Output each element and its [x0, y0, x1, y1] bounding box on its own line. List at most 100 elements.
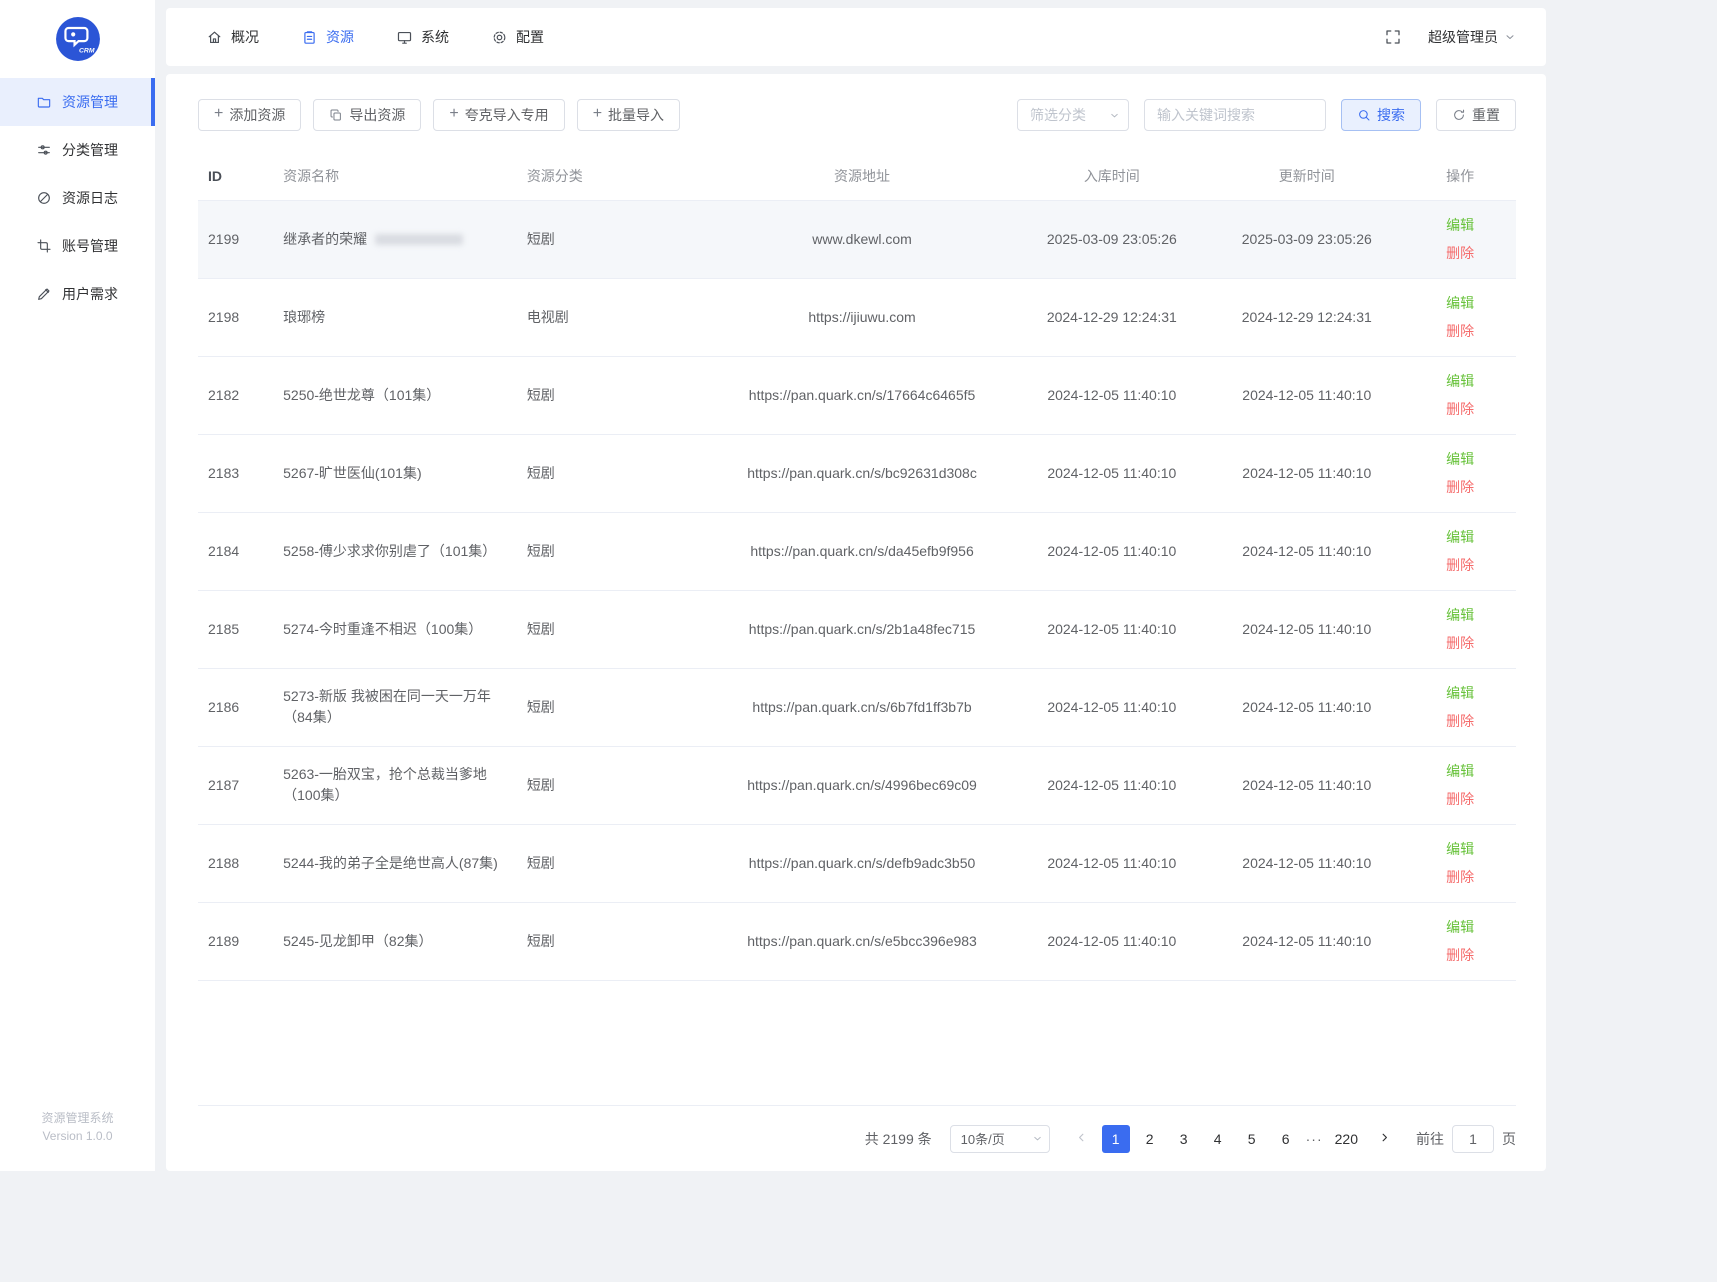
goto-page-input[interactable]	[1452, 1125, 1494, 1153]
delete-link[interactable]: 删除	[1414, 707, 1506, 735]
search-button[interactable]: 搜索	[1341, 99, 1421, 131]
cell-name: 5274-今时重逢不相迟（100集）	[273, 590, 517, 668]
sidebar-item-resource-management[interactable]: 资源管理	[0, 78, 155, 126]
delete-link[interactable]: 删除	[1414, 863, 1506, 891]
cell-id: 2188	[198, 824, 273, 902]
fullscreen-icon[interactable]	[1384, 28, 1402, 46]
quark-import-button[interactable]: + 夸克导入专用	[433, 99, 564, 131]
resource-name: 5263-一胎双宝，抢个总裁当爹地（100集）	[283, 766, 487, 803]
cell-id: 2198	[198, 278, 273, 356]
cell-id: 2184	[198, 512, 273, 590]
resource-name: 琅琊榜	[283, 309, 325, 325]
page-button-2[interactable]: 2	[1136, 1125, 1164, 1153]
edit-link[interactable]: 编辑	[1414, 601, 1506, 629]
page-button-last[interactable]: 220	[1329, 1125, 1364, 1153]
svg-text:CRM: CRM	[79, 48, 95, 55]
export-resource-button[interactable]: 导出资源	[313, 99, 421, 131]
user-menu[interactable]: 超级管理员	[1428, 27, 1516, 47]
sidebar-item-user-demand[interactable]: 用户需求	[0, 270, 155, 318]
sidebar-item-label: 账号管理	[62, 236, 118, 256]
edit-link[interactable]: 编辑	[1414, 289, 1506, 317]
sidebar-item-account-management[interactable]: 账号管理	[0, 222, 155, 270]
column-header-name: 资源名称	[273, 153, 517, 200]
delete-link[interactable]: 删除	[1414, 317, 1506, 345]
edit-link[interactable]: 编辑	[1414, 523, 1506, 551]
edit-link[interactable]: 编辑	[1414, 445, 1506, 473]
cell-id: 2199	[198, 200, 273, 278]
cell-id: 2182	[198, 356, 273, 434]
resource-management-panel: + 添加资源 导出资源 + 夸克导入专用 +	[166, 74, 1546, 1171]
batch-import-button[interactable]: + 批量导入	[577, 99, 680, 131]
add-resource-button[interactable]: + 添加资源	[198, 99, 301, 131]
cell-id: 2186	[198, 668, 273, 746]
reset-button[interactable]: 重置	[1436, 99, 1516, 131]
resource-table: ID 资源名称 资源分类 资源地址 入库时间 更新时间 操作 2199 继承者的…	[198, 153, 1516, 981]
app-root: CRM 资源管理 分类管理 资源日志	[0, 0, 1546, 1171]
column-header-id: ID	[198, 153, 273, 200]
edit-link[interactable]: 编辑	[1414, 757, 1506, 785]
cell-id: 2183	[198, 434, 273, 512]
delete-link[interactable]: 删除	[1414, 941, 1506, 969]
table-row: 2189 5245-见龙卸甲（82集） 短剧 https://pan.quark…	[198, 902, 1516, 980]
resource-name: 5267-旷世医仙(101集)	[283, 465, 422, 481]
cell-created: 2024-12-05 11:40:10	[1014, 590, 1209, 668]
total-count: 共 2199 条	[865, 1129, 932, 1149]
category-filter-select[interactable]: 筛选分类	[1017, 99, 1129, 131]
tab-config[interactable]: 配置	[491, 27, 544, 47]
tab-system[interactable]: 系统	[396, 27, 449, 47]
category-icon	[36, 142, 52, 158]
button-label: 添加资源	[229, 105, 285, 125]
edit-link[interactable]: 编辑	[1414, 367, 1506, 395]
page-button-6[interactable]: 6	[1272, 1125, 1300, 1153]
page-button-4[interactable]: 4	[1204, 1125, 1232, 1153]
cell-updated: 2024-12-05 11:40:10	[1209, 356, 1404, 434]
edit-link[interactable]: 编辑	[1414, 211, 1506, 239]
cell-created: 2025-03-09 23:05:26	[1014, 200, 1209, 278]
sidebar-item-resource-log[interactable]: 资源日志	[0, 174, 155, 222]
cell-category: 短剧	[517, 590, 710, 668]
page-button-3[interactable]: 3	[1170, 1125, 1198, 1153]
delete-link[interactable]: 删除	[1414, 551, 1506, 579]
goto-page: 前往 页	[1416, 1125, 1516, 1153]
cell-url: www.dkewl.com	[710, 200, 1015, 278]
prev-page-button[interactable]	[1068, 1125, 1096, 1153]
cell-name: 5267-旷世医仙(101集)	[273, 434, 517, 512]
delete-link[interactable]: 删除	[1414, 239, 1506, 267]
delete-link[interactable]: 删除	[1414, 629, 1506, 657]
column-header-category: 资源分类	[517, 153, 710, 200]
cell-actions: 编辑 删除	[1404, 278, 1516, 356]
page-button-1[interactable]: 1	[1102, 1125, 1130, 1153]
cell-updated: 2024-12-05 11:40:10	[1209, 434, 1404, 512]
table-row: 2183 5267-旷世医仙(101集) 短剧 https://pan.quar…	[198, 434, 1516, 512]
user-name: 超级管理员	[1428, 27, 1498, 47]
delete-link[interactable]: 删除	[1414, 395, 1506, 423]
page-button-5[interactable]: 5	[1238, 1125, 1266, 1153]
edit-link[interactable]: 编辑	[1414, 913, 1506, 941]
cell-actions: 编辑 删除	[1404, 902, 1516, 980]
delete-link[interactable]: 删除	[1414, 473, 1506, 501]
edit-link[interactable]: 编辑	[1414, 679, 1506, 707]
page-ellipsis[interactable]: ···	[1306, 1131, 1323, 1147]
home-icon	[206, 29, 223, 46]
tab-overview[interactable]: 概况	[206, 27, 259, 47]
next-page-button[interactable]	[1370, 1125, 1398, 1153]
sidebar: CRM 资源管理 分类管理 资源日志	[0, 0, 155, 1171]
cell-name: 琅琊榜	[273, 278, 517, 356]
edit-link[interactable]: 编辑	[1414, 835, 1506, 863]
cell-name: 继承者的荣耀	[273, 200, 517, 278]
table-row: 2186 5273-新版 我被困在同一天一万年（84集） 短剧 https://…	[198, 668, 1516, 746]
delete-link[interactable]: 删除	[1414, 785, 1506, 813]
table-row: 2199 继承者的荣耀 短剧 www.dkewl.com 2025-03-09 …	[198, 200, 1516, 278]
goto-label-suffix: 页	[1502, 1129, 1516, 1149]
cell-url: https://pan.quark.cn/s/defb9adc3b50	[710, 824, 1015, 902]
table-row: 2188 5244-我的弟子全是绝世高人(87集) 短剧 https://pan…	[198, 824, 1516, 902]
tab-resources[interactable]: 资源	[301, 27, 354, 47]
cell-category: 短剧	[517, 668, 710, 746]
refresh-icon	[1452, 108, 1466, 122]
keyword-search-input[interactable]	[1144, 99, 1326, 131]
account-icon	[36, 238, 52, 254]
resource-name: 5258-傅少求求你别虐了（101集）	[283, 543, 496, 559]
page-size-select[interactable]: 10条/页	[950, 1125, 1050, 1153]
page-size-value: 10条/页	[961, 1129, 1005, 1148]
sidebar-item-category-management[interactable]: 分类管理	[0, 126, 155, 174]
